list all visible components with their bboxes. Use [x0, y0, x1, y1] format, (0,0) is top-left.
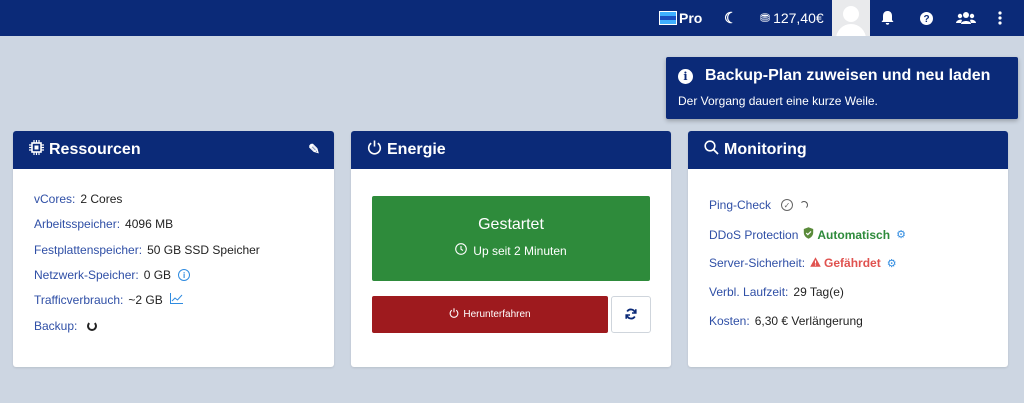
energy-title: Energie	[387, 141, 446, 158]
runtime-label: Verbl. Laufzeit:	[709, 285, 789, 299]
clock-icon	[455, 243, 468, 258]
svg-text:?: ?	[923, 14, 929, 25]
refresh-button[interactable]	[611, 296, 651, 333]
cost-value: 6,30 € Verlängerung	[754, 314, 863, 328]
ram-label: Arbeitsspeicher:	[34, 217, 121, 231]
traffic-value: ~2 GB	[128, 293, 163, 307]
security-value: Gefährdet	[824, 256, 881, 270]
toast-subtitle: Der Vorgang dauert eine kurze Weile.	[678, 94, 878, 108]
moon-icon[interactable]: ☾	[724, 0, 737, 36]
network-storage-label: Netzwerk-Speicher:	[34, 268, 139, 282]
status-box: Gestartet Up seit 2 Minuten	[372, 196, 650, 281]
energy-header: Energie	[351, 131, 671, 169]
resources-header: Ressourcen ✎	[13, 131, 334, 169]
top-navbar: Pro ☾ ⛃ 127,40€ ?	[0, 0, 1024, 36]
ping-label: Ping-Check	[709, 198, 772, 212]
energy-card: Energie Gestartet Up seit 2 Minuten Heru…	[351, 131, 671, 367]
cogs-icon[interactable]: ⚙	[896, 228, 906, 241]
uptime-text: Up seit 2 Minuten	[473, 243, 567, 258]
toast-title: Backup-Plan zuweisen und neu laden	[705, 67, 991, 84]
runtime-row: Verbl. Laufzeit: 29 Tag(e)	[709, 285, 844, 299]
monitoring-title: Monitoring	[724, 141, 807, 158]
backup-row: Backup:	[34, 319, 98, 333]
ram-row: Arbeitsspeicher: 4096 MB	[34, 217, 173, 231]
pro-badge[interactable]: Pro	[659, 0, 702, 36]
warning-icon	[810, 256, 821, 270]
pro-icon	[659, 11, 677, 25]
resources-card: Ressourcen ✎ vCores: 2 Cores Arbeitsspei…	[13, 131, 334, 367]
vcores-value: 2 Cores	[80, 192, 123, 206]
shield-icon	[803, 227, 814, 242]
users-icon[interactable]	[956, 0, 976, 36]
chip-icon	[29, 140, 44, 160]
line-chart-icon[interactable]	[169, 293, 183, 307]
vcores-row: vCores: 2 Cores	[34, 192, 122, 206]
ddos-row: DDoS Protection Automatisch ⚙	[709, 227, 906, 242]
resources-title: Ressourcen	[49, 141, 141, 158]
disk-value: 50 GB SSD Speicher	[147, 243, 260, 257]
monitoring-card: Monitoring Ping-Check ✓ DDoS Protection …	[688, 131, 1008, 367]
info-icon[interactable]: i	[178, 269, 191, 281]
network-storage-row: Netzwerk-Speicher: 0 GB i	[34, 268, 191, 282]
power-icon	[449, 308, 459, 321]
info-icon: i	[678, 68, 693, 84]
coins-icon: ⛃	[760, 11, 771, 25]
more-icon[interactable]	[998, 0, 1002, 36]
traffic-label: Trafficverbrauch:	[34, 293, 124, 307]
runtime-value: 29 Tag(e)	[793, 285, 844, 299]
loading-spinner-icon	[800, 201, 809, 209]
ram-value: 4096 MB	[125, 217, 174, 231]
shutdown-button[interactable]: Herunterfahren	[372, 296, 608, 333]
avatar[interactable]	[832, 0, 870, 36]
cogs-icon[interactable]: ⚙	[887, 257, 897, 270]
cost-row: Kosten: 6,30 € Verlängerung	[709, 314, 863, 328]
refresh-icon	[625, 307, 637, 323]
disk-row: Festplattenspeicher: 50 GB SSD Speicher	[34, 243, 260, 257]
pencil-icon[interactable]: ✎	[308, 141, 320, 158]
loading-spinner-icon	[87, 321, 98, 331]
status-text: Gestartet	[478, 216, 544, 233]
shutdown-label: Herunterfahren	[463, 309, 531, 320]
avatar-body	[836, 24, 866, 36]
traffic-row: Trafficverbrauch: ~2 GB	[34, 293, 183, 307]
check-circle-icon: ✓	[781, 199, 794, 211]
search-icon	[704, 140, 719, 160]
vcores-label: vCores:	[34, 192, 76, 206]
backup-label: Backup:	[34, 319, 78, 333]
bell-icon[interactable]	[881, 0, 894, 36]
ddos-label: DDoS Protection	[709, 227, 799, 242]
ping-row: Ping-Check ✓	[709, 198, 809, 212]
power-icon	[367, 140, 382, 160]
security-row: Server-Sicherheit: Gefährdet ⚙	[709, 256, 897, 270]
toast-notification: i Backup-Plan zuweisen und neu laden Der…	[666, 57, 1018, 119]
monitoring-header: Monitoring	[688, 131, 1008, 169]
security-label: Server-Sicherheit:	[709, 256, 806, 270]
balance-display[interactable]: ⛃ 127,40€	[760, 0, 824, 36]
disk-label: Festplattenspeicher:	[34, 243, 143, 257]
pro-label: Pro	[679, 10, 703, 26]
ddos-value: Automatisch	[817, 227, 891, 242]
network-storage-value: 0 GB	[143, 268, 172, 282]
avatar-head	[843, 6, 859, 22]
balance-value: 127,40€	[773, 10, 824, 26]
help-icon[interactable]: ?	[920, 0, 933, 36]
cost-label: Kosten:	[709, 314, 750, 328]
